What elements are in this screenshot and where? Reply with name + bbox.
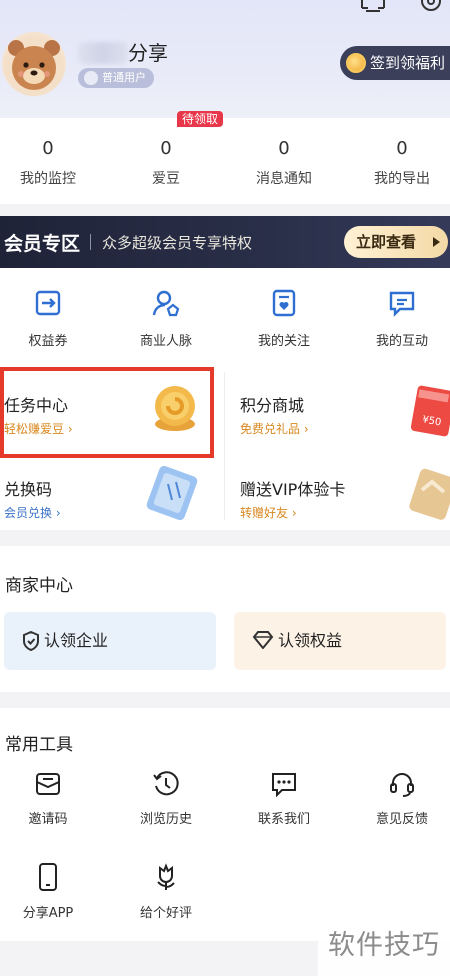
- tool-invite-code[interactable]: 邀请码: [0, 770, 104, 827]
- quick-label: 我的关注: [257, 334, 310, 349]
- follow-icon: [228, 288, 340, 318]
- coin-icon: [346, 53, 366, 73]
- tool-contact-us[interactable]: 联系我们: [228, 770, 340, 827]
- tool-browse-history[interactable]: 浏览历史: [110, 770, 222, 827]
- flower-icon: [110, 862, 222, 892]
- quick-label: 商业人脉: [139, 334, 192, 349]
- stat-aidou[interactable]: 0 爱豆: [110, 138, 222, 188]
- user-level-badge: 普通用户: [78, 68, 154, 88]
- card-title: 赠送VIP体验卡: [240, 480, 346, 499]
- contacts-icon: [110, 288, 222, 318]
- card-subtitle: 转赠好友 ›: [240, 506, 297, 520]
- card-subtitle: 免费兑礼品 ›: [240, 422, 309, 436]
- view-now-label: 立即查看: [356, 233, 417, 251]
- stat-label: 我的监控: [20, 171, 76, 187]
- card-title: 积分商城: [240, 396, 305, 415]
- quick-contacts[interactable]: 商业人脉: [110, 288, 222, 349]
- stat-exports[interactable]: 0 我的导出: [346, 138, 450, 188]
- history-icon: [110, 770, 222, 798]
- play-arrow-icon: [433, 237, 440, 247]
- watermark: 软件技巧: [318, 916, 450, 976]
- tool-share-app[interactable]: 分享APP: [0, 862, 104, 921]
- red-envelope-icon: ¥50: [408, 382, 450, 446]
- claim-rights-button[interactable]: 认领权益: [234, 612, 446, 670]
- common-tools: 常用工具 邀请码 浏览历史 联系我们 意见反馈 分享APP 给个好评: [0, 708, 450, 941]
- quick-interaction[interactable]: 我的互动: [346, 288, 450, 349]
- stat-label: 消息通知: [256, 171, 312, 187]
- headset-icon: [346, 770, 450, 798]
- quick-voucher[interactable]: 权益券: [0, 288, 104, 349]
- tool-rate-us[interactable]: 给个好评: [110, 862, 222, 921]
- quick-entries: 权益券 商业人脉 我的关注 我的互动: [0, 268, 450, 360]
- stat-label: 我的导出: [374, 171, 430, 187]
- settings-icon[interactable]: [416, 0, 446, 20]
- quick-label: 我的互动: [375, 334, 428, 349]
- tool-label: 分享APP: [22, 906, 74, 921]
- username-text: 分享: [128, 41, 168, 65]
- pending-claim-badge: 待领取: [177, 111, 224, 127]
- card-redeem-code[interactable]: 兑换码 会员兑换 ›: [0, 452, 222, 534]
- level-dot-icon: [84, 71, 98, 85]
- claim-company-button[interactable]: 认领企业: [4, 612, 216, 670]
- card-title: 兑换码: [4, 480, 53, 499]
- tool-feedback[interactable]: 意见反馈: [346, 770, 450, 827]
- top-icons: [350, 0, 450, 20]
- signin-button[interactable]: 签到领福利: [340, 46, 450, 80]
- stat-label: 爱豆: [152, 171, 180, 187]
- view-now-button[interactable]: 立即查看: [344, 226, 448, 258]
- stats-row: 0 我的监控 0 爱豆 0 消息通知 0 我的导出: [0, 118, 450, 204]
- stat-value: 0: [278, 138, 290, 159]
- stat-value: 0: [42, 138, 54, 159]
- tool-label: 意见反馈: [375, 812, 428, 827]
- user-level-label: 普通用户: [102, 71, 146, 84]
- profile-header: 分享 普通用户 签到领福利: [0, 0, 450, 118]
- username-blurred: [78, 42, 128, 64]
- stat-value: 0: [396, 138, 408, 159]
- tool-label: 邀请码: [28, 812, 68, 827]
- stat-monitor[interactable]: 0 我的监控: [0, 138, 104, 188]
- chat-icon: [228, 770, 340, 798]
- signin-label: 签到领福利: [370, 54, 446, 72]
- ticket-icon: [142, 464, 202, 526]
- vip-divider: [90, 234, 91, 250]
- invite-code-icon: [0, 770, 104, 798]
- gift-card-icon: [404, 464, 450, 526]
- stat-value: 0: [160, 138, 172, 159]
- highlight-box: [0, 367, 214, 458]
- vip-title: 会员专区: [4, 233, 81, 255]
- vip-banner[interactable]: 会员专区 众多超级会员专享特权 立即查看: [0, 216, 450, 268]
- merchant-center: 商家中心 认领企业 认领权益: [0, 546, 450, 692]
- card-points-mall[interactable]: 积分商城 免费兑礼品 › ¥50: [236, 368, 450, 450]
- tool-label: 联系我们: [257, 812, 310, 827]
- stat-notifications[interactable]: 0 消息通知: [228, 138, 340, 188]
- card-subtitle: 会员兑换 ›: [4, 506, 61, 520]
- phone-icon: [0, 862, 104, 892]
- avatar[interactable]: [2, 32, 66, 96]
- tool-label: 浏览历史: [139, 812, 192, 827]
- card-vip-gift[interactable]: 赠送VIP体验卡 转赠好友 ›: [236, 452, 450, 534]
- claim-rights-label: 认领权益: [278, 631, 343, 650]
- message-icon: [346, 288, 450, 318]
- quick-label: 权益券: [28, 334, 68, 349]
- card-divider: [224, 372, 225, 520]
- section-title: 商家中心: [5, 576, 73, 596]
- scan-icon[interactable]: [360, 0, 386, 20]
- voucher-icon: [0, 288, 104, 318]
- claim-company-label: 认领企业: [44, 631, 109, 650]
- section-title: 常用工具: [5, 735, 73, 755]
- vip-description: 众多超级会员专享特权: [102, 234, 253, 252]
- quick-follow[interactable]: 我的关注: [228, 288, 340, 349]
- username: 分享: [78, 37, 168, 66]
- tool-label: 给个好评: [139, 906, 192, 921]
